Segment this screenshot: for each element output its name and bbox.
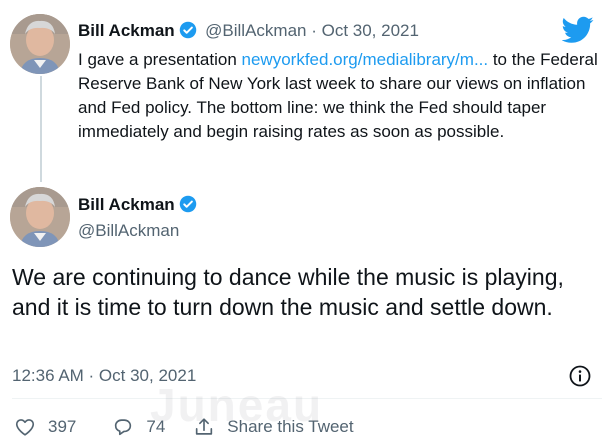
like-count: 397 [48,417,77,436]
author-handle[interactable]: @BillAckman [205,21,306,40]
share-label: Share this Tweet [227,417,354,436]
verified-badge-icon [179,21,197,44]
presentation-link[interactable]: newyorkfed.org/medialibrary/m... [242,50,489,69]
thread-connector [40,76,42,182]
tweet-timestamp[interactable]: 12:36 AM · Oct 30, 2021 [12,366,196,386]
avatar[interactable] [10,187,70,247]
avatar[interactable] [10,14,70,74]
tweet-date[interactable]: Oct 30, 2021 [322,21,419,40]
reply-icon [115,419,132,436]
verified-badge-icon [179,195,197,218]
share-button[interactable]: Share this Tweet [193,416,354,438]
heart-icon [15,419,35,436]
reply-button[interactable]: 74 [112,416,165,438]
twitter-bird-icon[interactable] [561,16,594,49]
tweet-actions: 397 74 Share this Tweet [14,414,354,440]
author-name[interactable]: Bill Ackman [78,21,175,40]
reply-to-text: I gave a presentation newyorkfed.org/med… [78,48,598,144]
info-icon[interactable] [568,364,592,393]
like-button[interactable]: 397 [14,416,76,438]
author-name[interactable]: Bill Ackman [78,195,175,214]
separator: · [306,21,322,40]
reply-to-header: Bill Ackman @BillAckman · Oct 30, 2021 [78,21,419,44]
tweet-text: We are continuing to dance while the mus… [12,264,564,320]
divider [12,398,602,399]
author-handle[interactable]: @BillAckman [78,221,179,241]
main-author-row: Bill Ackman [78,195,197,218]
share-icon [196,418,213,435]
text-before-link: I gave a presentation [78,50,242,69]
reply-count: 74 [146,417,166,436]
